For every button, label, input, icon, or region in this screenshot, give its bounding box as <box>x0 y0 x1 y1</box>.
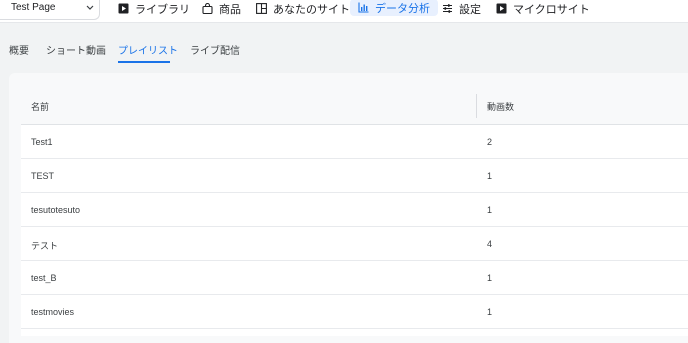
tab-short-videos[interactable]: ショート動画 <box>46 42 106 57</box>
nav-analytics-label: データ分析 <box>375 2 430 15</box>
nav-library[interactable]: ライブラリ <box>118 0 190 17</box>
nav-microsite-label: マイクロサイト <box>513 3 590 16</box>
table-row[interactable]: tesutotesuto 1 <box>21 193 688 227</box>
nav-settings-label: 設定 <box>459 3 481 16</box>
video-count: 4 <box>487 239 493 249</box>
playlist-name: テスト <box>31 241 59 251</box>
nav-products[interactable]: 商品 <box>202 0 241 17</box>
nav-analytics[interactable]: データ分析 <box>350 0 438 16</box>
top-nav-bar: Test Page ライブラリ 商品 あなたのサイト データ分析 設定 マイクロ… <box>0 0 688 23</box>
video-count: 1 <box>487 171 493 181</box>
shopping-bag-icon <box>202 3 213 14</box>
nav-library-label: ライブラリ <box>135 3 190 16</box>
playlist-name: testmovies <box>31 307 75 317</box>
playlist-name: TEST <box>31 171 55 181</box>
tab-overview[interactable]: 概要 <box>9 42 29 57</box>
active-tab-indicator <box>118 61 170 63</box>
sliders-icon <box>443 4 452 13</box>
play-square-icon <box>496 3 507 14</box>
table-row[interactable]: testmovies 1 <box>21 295 688 329</box>
chevron-down-icon <box>86 5 94 10</box>
page-selector[interactable]: Test Page <box>0 0 100 20</box>
playlist-table: 名前 動画数 Test1 2 TEST 1 tesutotesuto 1 テスト… <box>21 86 688 336</box>
column-header-video-count[interactable]: 動画数 <box>487 100 514 113</box>
layout-icon <box>256 3 267 14</box>
nav-your-site[interactable]: あなたのサイト <box>256 0 350 17</box>
video-count: 1 <box>487 307 493 317</box>
nav-products-label: 商品 <box>219 3 241 16</box>
table-header-row: 名前 動画数 <box>21 86 688 125</box>
playlist-name: test_B <box>31 273 57 283</box>
column-divider <box>476 94 477 118</box>
table-row[interactable]: テスト 4 <box>21 227 688 261</box>
tab-live[interactable]: ライブ配信 <box>190 42 240 57</box>
nav-microsite[interactable]: マイクロサイト <box>496 0 590 17</box>
table-row[interactable]: Test1 2 <box>21 125 688 159</box>
playlist-name: tesutotesuto <box>31 205 81 215</box>
table-row[interactable]: test_B 1 <box>21 261 688 295</box>
video-count: 1 <box>487 273 493 283</box>
tab-playlists[interactable]: プレイリスト <box>118 42 178 57</box>
video-count: 2 <box>487 137 493 147</box>
nav-settings[interactable]: 設定 <box>442 0 481 17</box>
playlist-name: Test1 <box>31 137 53 147</box>
page-selector-label: Test Page <box>11 2 56 13</box>
bar-chart-icon <box>358 2 369 13</box>
table-row[interactable]: TEST 1 <box>21 159 688 193</box>
nav-your-site-label: あなたのサイト <box>273 3 350 16</box>
video-count: 1 <box>487 205 493 215</box>
analytics-tabs: 概要 ショート動画 プレイリスト ライブ配信 <box>0 22 688 70</box>
play-square-icon <box>118 3 129 14</box>
column-header-name[interactable]: 名前 <box>31 100 49 113</box>
